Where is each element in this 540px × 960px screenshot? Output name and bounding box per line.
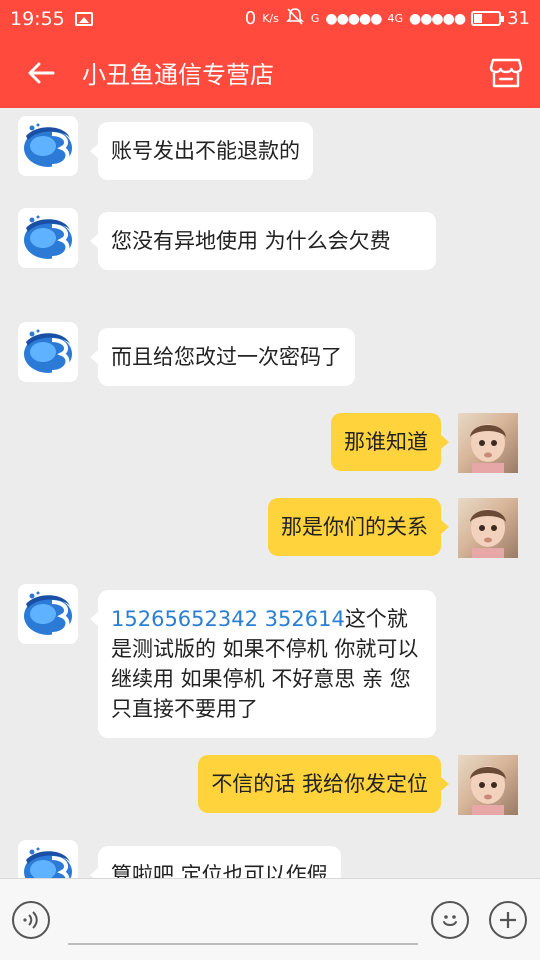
voice-button[interactable]: [12, 901, 50, 939]
network-type-g: G: [310, 12, 320, 25]
image-notification-icon: [74, 11, 93, 26]
message-bubble-incoming[interactable]: 15265652342 352614这个就是测试版的 如果不停机 你就可以继续用…: [90, 590, 436, 738]
message-bubble-outgoing[interactable]: 那是你们的关系: [268, 498, 449, 556]
baby-photo-avatar-icon: [470, 509, 506, 558]
message-text: 您没有异地使用 为什么会欠费: [111, 229, 391, 253]
user-avatar[interactable]: [458, 755, 518, 815]
message-text: 不信的话 我给你发定位: [211, 772, 428, 796]
status-indicators: 0 K/s G ●●●●● 4G ●●●●● 31: [245, 6, 530, 31]
back-button[interactable]: [18, 50, 64, 96]
shop-logo-icon: [24, 591, 72, 636]
battery-percent: 31: [507, 8, 530, 29]
baby-photo-avatar-icon: [470, 424, 506, 473]
signal-strength-1: ●●●●●: [325, 10, 382, 27]
shop-avatar[interactable]: [18, 584, 78, 644]
message-text: 那谁知道: [344, 430, 428, 454]
emoji-button[interactable]: [431, 901, 469, 939]
shop-avatar[interactable]: [18, 208, 78, 268]
signal-strength-2: ●●●●●: [409, 10, 466, 27]
message-bubble-incoming[interactable]: 您没有异地使用 为什么会欠费: [90, 212, 436, 270]
arrow-left-icon: [28, 62, 55, 83]
network-speed-unit: K/s: [262, 12, 279, 25]
network-type-4g: 4G: [387, 12, 403, 25]
baby-photo-avatar-icon: [470, 766, 506, 815]
message-input[interactable]: [68, 895, 418, 945]
store-icon: [489, 58, 523, 88]
shop-logo-icon: [24, 329, 72, 374]
message-text: 那是你们的关系: [281, 515, 428, 539]
user-avatar[interactable]: [458, 413, 518, 473]
chat-message-list[interactable]: 账号发出不能退款的 您没有异地使用 为什么会欠费 而且给您改过一次密码了 那谁知…: [0, 108, 540, 878]
message-text: 算啦吧 定位也可以作假: [111, 863, 328, 878]
store-button[interactable]: [488, 55, 524, 91]
message-bubble-outgoing[interactable]: 不信的话 我给你发定位: [198, 755, 449, 813]
status-bar: 19:55 0 K/s G ●●●●● 4G ●●●●● 31: [0, 0, 540, 37]
phone-number-link[interactable]: 15265652342 352614: [111, 607, 345, 631]
message-text: 账号发出不能退款的: [111, 139, 300, 163]
voice-icon: [23, 911, 38, 929]
network-speed: 0: [244, 8, 257, 29]
chat-header: 小丑鱼通信专营店: [0, 37, 540, 108]
message-bubble-incoming[interactable]: 账号发出不能退款的: [90, 122, 313, 180]
shop-avatar[interactable]: [18, 322, 78, 382]
mute-bell-icon: [285, 6, 305, 31]
smiley-icon: [443, 915, 457, 926]
battery-icon: [471, 11, 505, 26]
shop-logo-icon: [24, 847, 72, 878]
message-bubble-incoming[interactable]: 算啦吧 定位也可以作假: [90, 846, 341, 878]
message-text: 而且给您改过一次密码了: [111, 345, 342, 369]
shop-avatar[interactable]: [18, 840, 78, 878]
message-bubble-outgoing[interactable]: 那谁知道: [331, 413, 449, 471]
plus-icon: [500, 912, 516, 928]
shop-logo-icon: [24, 215, 72, 260]
more-options-button[interactable]: [489, 901, 527, 939]
shop-avatar[interactable]: [18, 116, 78, 176]
message-bubble-incoming[interactable]: 而且给您改过一次密码了: [90, 328, 355, 386]
page-title: 小丑鱼通信专营店: [82, 61, 274, 89]
message-input-bar: [0, 878, 540, 960]
shop-logo-icon: [24, 123, 72, 168]
user-avatar[interactable]: [458, 498, 518, 558]
clock: 19:55: [10, 7, 65, 30]
